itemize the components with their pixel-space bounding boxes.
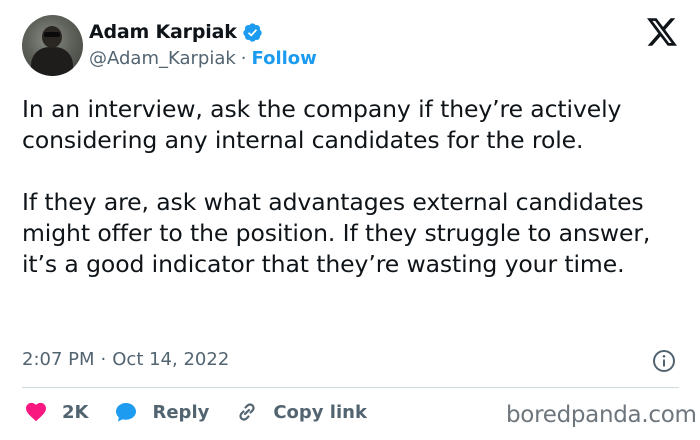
copy-link-label: Copy link bbox=[273, 401, 367, 423]
timestamp-separator: · bbox=[100, 349, 107, 370]
follow-button[interactable]: Follow bbox=[252, 48, 317, 69]
watermark: boredpanda.com bbox=[506, 402, 697, 428]
author-handle[interactable]: @Adam_Karpiak bbox=[89, 48, 236, 69]
tweet-paragraph-2: If they are, ask what advantages externa… bbox=[22, 188, 651, 278]
link-icon bbox=[239, 403, 255, 421]
like-button[interactable]: 2K bbox=[24, 400, 88, 424]
speech-bubble-icon bbox=[116, 403, 137, 422]
reply-label: Reply bbox=[152, 401, 210, 423]
likes-count: 2K bbox=[62, 401, 89, 423]
tweet-paragraph-1: In an interview, ask the company if they… bbox=[22, 95, 622, 154]
separator-dot: · bbox=[240, 48, 247, 69]
handle-row: @Adam_Karpiak · Follow bbox=[89, 48, 317, 69]
heart-icon bbox=[26, 402, 46, 422]
tweet-card: Adam Karpiak @Adam_Karpiak · Follow In a… bbox=[0, 0, 700, 440]
tweet-time: 2:07 PM bbox=[22, 349, 95, 370]
tweet-date: Oct 14, 2022 bbox=[112, 349, 230, 370]
tweet-text: In an interview, ask the company if they… bbox=[22, 94, 672, 280]
info-icon[interactable] bbox=[652, 349, 676, 373]
verified-badge-icon bbox=[242, 22, 262, 42]
x-logo-icon[interactable] bbox=[647, 18, 677, 46]
avatar[interactable] bbox=[22, 15, 83, 76]
timestamp[interactable]: 2:07 PM · Oct 14, 2022 bbox=[22, 349, 229, 370]
display-name[interactable]: Adam Karpiak bbox=[89, 21, 237, 43]
copy-link-button[interactable]: Copy link bbox=[235, 400, 367, 424]
reply-button[interactable]: Reply bbox=[114, 400, 209, 424]
author-name-row: Adam Karpiak bbox=[89, 21, 263, 43]
divider bbox=[22, 387, 679, 388]
action-bar: 2K Reply Copy link bbox=[24, 400, 393, 424]
